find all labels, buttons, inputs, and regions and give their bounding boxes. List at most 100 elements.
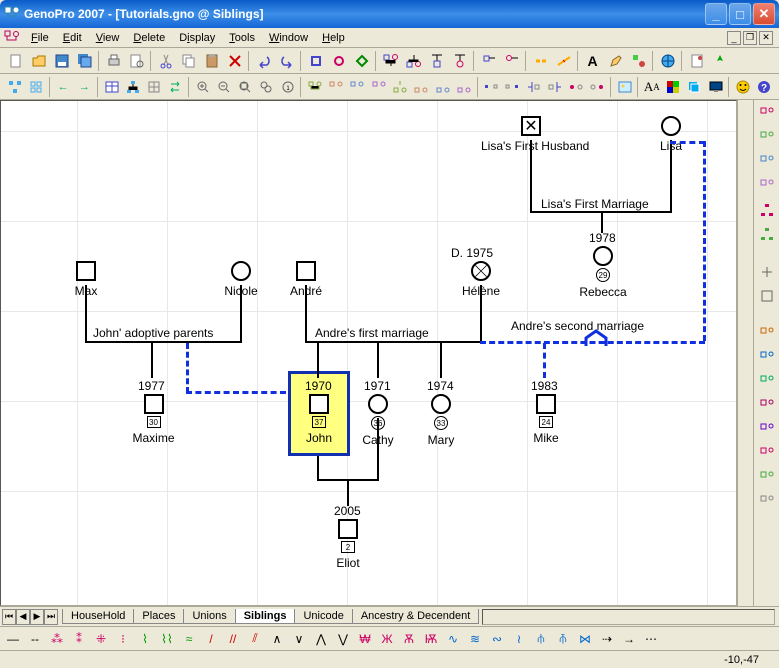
sel6-button[interactable] (588, 76, 607, 97)
sym-1[interactable]: — (3, 630, 23, 648)
save-button[interactable] (51, 50, 72, 71)
menu-window[interactable]: Window (262, 30, 315, 46)
zoom-out-button[interactable] (214, 76, 233, 97)
sym-27[interactable]: ⋈ (575, 630, 595, 648)
side-btn-2[interactable] (757, 128, 777, 148)
tab-unicode[interactable]: Unicode (294, 609, 352, 624)
sym-13[interactable]: ∧ (267, 630, 287, 648)
gen1-button[interactable] (305, 76, 324, 97)
side-btn-5[interactable] (757, 200, 777, 220)
tab-unions[interactable]: Unions (183, 609, 235, 624)
cut-button[interactable] (155, 50, 176, 71)
sym-21[interactable]: ∿ (443, 630, 463, 648)
move-left-button[interactable]: ← (53, 76, 72, 97)
side-btn-9[interactable] (757, 324, 777, 344)
side-btn-15[interactable] (757, 468, 777, 488)
paste-button[interactable] (201, 50, 222, 71)
text-button[interactable]: A (582, 50, 603, 71)
gen5-button[interactable] (390, 76, 409, 97)
zoom-fit-button[interactable] (236, 76, 255, 97)
sym-26[interactable]: ⫚ (553, 630, 573, 648)
table-button[interactable] (102, 76, 121, 97)
sel2-button[interactable] (503, 76, 522, 97)
help-button[interactable]: ? (755, 76, 774, 97)
link-button[interactable] (530, 50, 551, 71)
gen2-button[interactable] (327, 76, 346, 97)
sel3-button[interactable] (524, 76, 543, 97)
person-mary[interactable]: 33 Mary (416, 394, 466, 447)
side-btn-1[interactable] (757, 104, 777, 124)
color-button[interactable] (664, 76, 683, 97)
son-button[interactable] (426, 50, 447, 71)
move-right-button[interactable]: → (75, 76, 94, 97)
picture-button[interactable] (615, 76, 634, 97)
navigate-button[interactable] (709, 50, 730, 71)
tab-last-button[interactable]: ⏭ (44, 609, 58, 625)
person-maxime[interactable]: 30 Maxime (126, 394, 181, 445)
menu-view[interactable]: View (89, 30, 127, 46)
family-button[interactable] (380, 50, 401, 71)
daughter-button[interactable] (449, 50, 470, 71)
pencil-button[interactable] (605, 50, 626, 71)
gen7-button[interactable] (433, 76, 452, 97)
sym-28[interactable]: ⇢ (597, 630, 617, 648)
person-rebecca[interactable]: 29 Rebecca (573, 246, 633, 299)
display-button[interactable] (706, 76, 725, 97)
mdi-restore-button[interactable]: ❐ (743, 31, 757, 45)
open-button[interactable] (28, 50, 49, 71)
sym-15[interactable]: ⋀ (311, 630, 331, 648)
font-button[interactable]: AA (642, 76, 661, 97)
report-button[interactable] (686, 50, 707, 71)
print-preview-button[interactable] (126, 50, 147, 71)
menu-tools[interactable]: Tools (222, 30, 262, 46)
sym-10[interactable]: / (201, 630, 221, 648)
horizontal-scrollbar[interactable] (482, 609, 775, 625)
tab-places[interactable]: Places (133, 609, 184, 624)
sym-4[interactable]: ⁑ (69, 630, 89, 648)
sym-3[interactable]: ⁂ (47, 630, 67, 648)
menu-edit[interactable]: Edit (56, 30, 89, 46)
side-btn-10[interactable] (757, 348, 777, 368)
side-btn-13[interactable] (757, 420, 777, 440)
sym-29[interactable]: → (619, 630, 639, 648)
gen8-button[interactable] (454, 76, 473, 97)
arrange-button[interactable] (26, 76, 45, 97)
new-button[interactable] (5, 50, 26, 71)
sym-5[interactable]: ⁜ (91, 630, 111, 648)
close-button[interactable]: ✕ (753, 3, 775, 25)
zoom-select-button[interactable] (257, 76, 276, 97)
save-all-button[interactable] (74, 50, 95, 71)
gen3-button[interactable] (348, 76, 367, 97)
smile-button[interactable] (733, 76, 752, 97)
sym-18[interactable]: Ж (377, 630, 397, 648)
minimize-button[interactable]: _ (705, 3, 727, 25)
undo-button[interactable] (253, 50, 274, 71)
sym-22[interactable]: ≋ (465, 630, 485, 648)
house-icon[interactable] (583, 329, 609, 352)
grid-button[interactable] (145, 76, 164, 97)
pet-button[interactable] (351, 50, 372, 71)
mdi-minimize-button[interactable]: _ (727, 31, 741, 45)
zoom-100-button[interactable]: 1 (278, 76, 297, 97)
gen6-button[interactable] (412, 76, 431, 97)
parents-button[interactable] (403, 50, 424, 71)
side-btn-4[interactable] (757, 176, 777, 196)
tab-first-button[interactable]: ⏮ (2, 609, 16, 625)
sym-6[interactable]: ⁝ (113, 630, 133, 648)
sym-8[interactable]: ⌇⌇ (157, 630, 177, 648)
person-john[interactable]: 37 John (294, 394, 344, 445)
canvas[interactable]: Lisa's First Husband Lisa Lisa's First M… (0, 100, 737, 606)
zoom-in-button[interactable] (193, 76, 212, 97)
sel4-button[interactable] (545, 76, 564, 97)
sel1-button[interactable] (481, 76, 500, 97)
sym-20[interactable]: Ѭ (421, 630, 441, 648)
sym-11[interactable]: // (223, 630, 243, 648)
sym-16[interactable]: ⋁ (333, 630, 353, 648)
menu-display[interactable]: Display (172, 30, 222, 46)
tab-next-button[interactable]: ▶ (30, 609, 44, 625)
sym-7[interactable]: ⌇ (135, 630, 155, 648)
side-btn-6[interactable] (757, 224, 777, 244)
sym-17[interactable]: ₩ (355, 630, 375, 648)
side-btn-3[interactable] (757, 152, 777, 172)
side-btn-7[interactable] (757, 262, 777, 282)
